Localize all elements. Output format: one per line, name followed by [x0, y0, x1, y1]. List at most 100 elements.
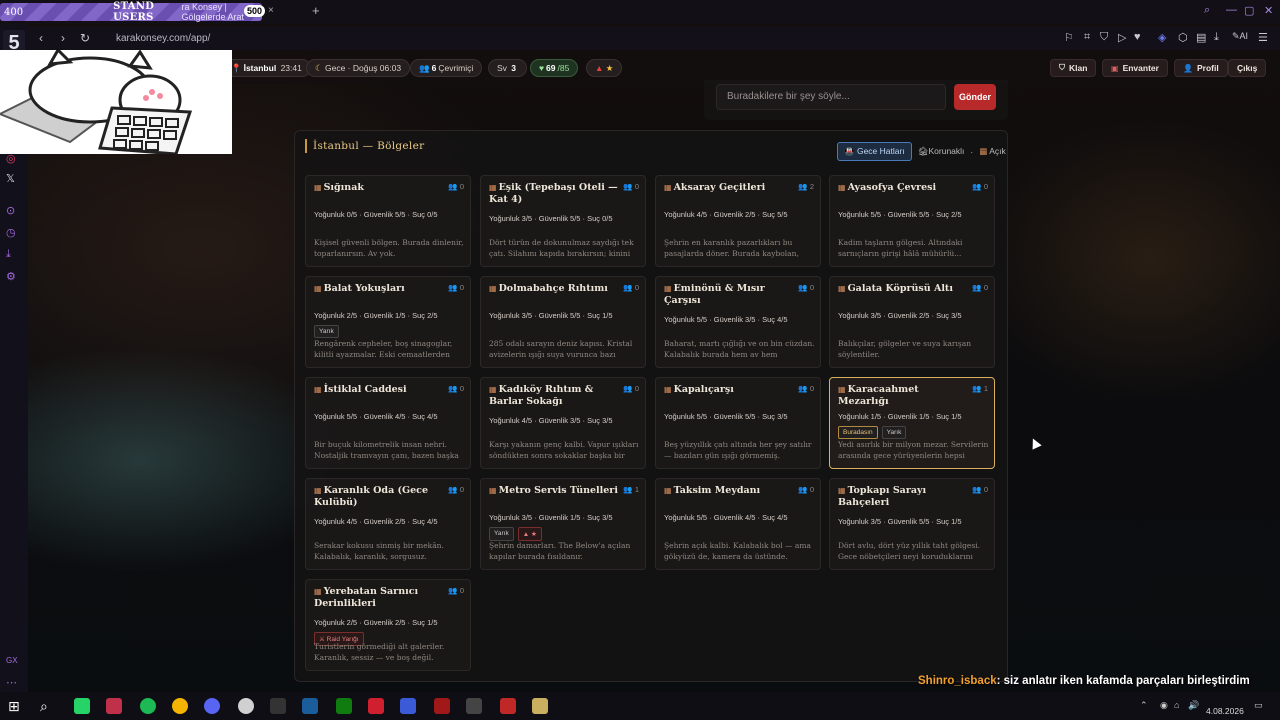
- app-icon[interactable]: [434, 698, 450, 714]
- district-card[interactable]: ▦ Galata Köprüsü Altı 👥 0 Yoğunluk 3/5 · Gü…: [829, 276, 995, 368]
- send-button[interactable]: Gönder: [954, 84, 996, 110]
- xbox-icon[interactable]: [336, 698, 352, 714]
- district-card[interactable]: ▦ İstiklal Caddesi 👥 0 Yoğunluk 5/5 · Güven…: [305, 377, 471, 469]
- app-icon[interactable]: [532, 698, 548, 714]
- districts-panel: İstanbul — Bölgeler 🚇 Gece Hatları 🏚Koru…: [294, 130, 1008, 682]
- district-name-text: Kapalıçarşı: [673, 384, 734, 395]
- district-name: ▦ Karanlık Oda (Gece Kulübü): [314, 485, 444, 508]
- tray-chevron-icon[interactable]: ⌃: [1140, 700, 1148, 711]
- close-window-icon[interactable]: ✕: [1264, 4, 1273, 17]
- maximize-icon[interactable]: ▢: [1244, 4, 1254, 17]
- district-card[interactable]: ▦ Metro Servis Tünelleri 👥 1 Yoğunluk 3/5 ·…: [480, 478, 646, 570]
- network-icon[interactable]: ◉: [1160, 700, 1168, 711]
- district-card[interactable]: ▦ Aksaray Geçitleri 👥 2 Yoğunluk 4/5 · Güve…: [655, 175, 821, 267]
- district-type-icon: ▦: [314, 384, 322, 394]
- heart-icon[interactable]: ♥: [1134, 31, 1141, 43]
- minimize-icon[interactable]: —: [1226, 4, 1237, 16]
- online-chip: 👥 6 Çevrimiçi: [410, 59, 483, 77]
- logout-label: Çıkış: [1237, 63, 1258, 73]
- more-icon[interactable]: ⋯: [6, 676, 17, 689]
- discord-icon[interactable]: [204, 698, 220, 714]
- app-icon[interactable]: [500, 698, 516, 714]
- download-icon[interactable]: ⤓: [6, 248, 11, 261]
- district-card[interactable]: ▦ Yerebatan Sarnıcı Derinlikleri 👥 0 Yoğunl…: [305, 579, 471, 671]
- district-card[interactable]: ▦ Kapalıçarşı 👥 0 Yoğunluk 5/5 · Güvenlik 5…: [655, 377, 821, 469]
- tab-banner-label: STAND USERS: [113, 1, 155, 23]
- district-card[interactable]: ▦ Balat Yokuşları 👥 0 Yoğunluk 2/5 · Güvenl…: [305, 276, 471, 368]
- volume-icon[interactable]: 🔊: [1188, 700, 1199, 711]
- tab-close-icon[interactable]: ×: [268, 5, 274, 16]
- bookmark-icon[interactable]: ⚐: [1064, 31, 1074, 44]
- district-card[interactable]: ▦ Kadıköy Rıhtım & Barlar Sokağı 👥 0 Yoğunl…: [480, 377, 646, 469]
- search-icon[interactable]: ⌕: [40, 698, 56, 714]
- menu-icon[interactable]: ☰: [1258, 31, 1268, 44]
- gx-icon[interactable]: GX: [6, 656, 18, 665]
- whatsapp-icon[interactable]: [74, 698, 90, 714]
- steam-icon[interactable]: [302, 698, 318, 714]
- player-count-value: 0: [459, 182, 464, 191]
- district-card[interactable]: ▦ Sığınak 👥 0 Yoğunluk 0/5 · Güvenlik 5/5 ·…: [305, 175, 471, 267]
- inventory-button[interactable]: ▣ Envanter: [1102, 59, 1168, 77]
- district-card[interactable]: ▦ Ayasofya Çevresi 👥 0 Yoğunluk 5/5 · Güven…: [829, 175, 995, 267]
- search-icon[interactable]: ⌕: [1204, 4, 1210, 17]
- district-description: Serakar kokusu sinmiş bir mekân. Kalabal…: [314, 541, 444, 561]
- browser-tab[interactable]: 400 STAND USERS ra Konsey | Gölgelerde A…: [0, 1, 266, 23]
- player-count-value: 0: [634, 182, 639, 191]
- puzzle-icon[interactable]: ⬡: [1178, 31, 1188, 44]
- district-card[interactable]: ▦ Taksim Meydanı 👥 0 Yoğunluk 5/5 · Güvenli…: [655, 478, 821, 570]
- play-icon[interactable]: ⊙: [6, 204, 15, 217]
- district-player-count: 👥 0: [623, 384, 639, 393]
- district-name-text: Eminönü & Mısır Çarşısı: [664, 283, 765, 306]
- obs-icon[interactable]: [238, 698, 254, 714]
- app-icon[interactable]: [466, 698, 482, 714]
- district-card[interactable]: ▦ Topkapı Sarayı Bahçeleri 👥 0 Yoğunluk 3/5…: [829, 478, 995, 570]
- app-icon[interactable]: [368, 698, 384, 714]
- epic-games-icon[interactable]: [270, 698, 286, 714]
- logout-button[interactable]: Çıkış: [1228, 59, 1267, 77]
- district-type-icon: ▦: [314, 485, 322, 495]
- district-badge: ▲ ★: [517, 527, 542, 541]
- district-card[interactable]: ▦ Karanlık Oda (Gece Kulübü) 👥 0 Yoğunluk 4…: [305, 478, 471, 570]
- windows-start-icon[interactable]: ⊞: [8, 698, 24, 714]
- reload-icon[interactable]: ↻: [76, 31, 94, 45]
- ai-icon[interactable]: ✎AI: [1232, 31, 1248, 42]
- screenshot-icon[interactable]: ⌗: [1084, 31, 1090, 44]
- back-icon[interactable]: ‹: [32, 31, 50, 45]
- district-card[interactable]: ▦ Eminönü & Mısır Çarşısı 👥 0 Yoğunluk 5/5 …: [655, 276, 821, 368]
- extension-icon[interactable]: ◈: [1158, 31, 1166, 44]
- opera-gx-icon[interactable]: [106, 698, 122, 714]
- district-card[interactable]: ▦ Eşik (Tepebaşı Oteli — Kat 4) 👥 0 Yoğunlu…: [480, 175, 646, 267]
- wallet-icon[interactable]: ▤: [1196, 31, 1206, 44]
- profile-button[interactable]: 👤 Profil: [1174, 59, 1228, 77]
- chrome-icon[interactable]: [172, 698, 188, 714]
- x-icon[interactable]: 𝕏: [6, 172, 15, 185]
- history-icon[interactable]: ◷: [6, 226, 16, 239]
- district-player-count: 👥 0: [798, 384, 814, 393]
- player-count-value: 0: [809, 485, 814, 494]
- district-card[interactable]: ▦ Dolmabahçe Rıhtımı 👥 0 Yoğunluk 3/5 · Güv…: [480, 276, 646, 368]
- district-card[interactable]: ▦ Karacaahmet Mezarlığı 👥 1 Yoğunluk 1/5 · …: [829, 377, 995, 469]
- panel-title: İstanbul — Bölgeler: [305, 139, 424, 153]
- district-stats: Yoğunluk 4/5 · Güvenlik 2/5 · Suç 4/5: [314, 517, 438, 526]
- district-description: Karşı yakanın genç kalbi. Vapur ışıkları…: [489, 440, 639, 460]
- district-description: Dört avlu, dört yüz yıllık taht gölgesi.…: [838, 541, 980, 561]
- district-name: ▦ Aksaray Geçitleri: [664, 182, 794, 194]
- url-field[interactable]: karakonsey.com/app/: [116, 33, 210, 44]
- player-icon[interactable]: ▷: [1118, 31, 1126, 44]
- location-chip: 📍 İstanbul 23:41: [222, 59, 311, 77]
- pin-icon: 📍: [231, 62, 242, 73]
- shield-icon[interactable]: ⛉: [1100, 31, 1108, 44]
- app-icon[interactable]: [400, 698, 416, 714]
- chat-input[interactable]: Buradakilere bir şey söyle...: [716, 84, 946, 110]
- spotify-icon[interactable]: [140, 698, 156, 714]
- users-icon: 👥: [972, 182, 984, 191]
- settings-icon[interactable]: ⚙: [6, 270, 16, 283]
- downloads-icon[interactable]: ⤓: [1214, 31, 1219, 44]
- district-name: ▦ Galata Köprüsü Altı: [838, 283, 968, 295]
- forward-icon[interactable]: ›: [54, 31, 72, 45]
- night-lines-toggle[interactable]: 🚇 Gece Hatları: [837, 142, 912, 161]
- clan-button[interactable]: ⛉ Klan: [1050, 59, 1097, 77]
- wifi-icon[interactable]: ⌂: [1174, 700, 1179, 710]
- new-tab-button[interactable]: +: [312, 3, 320, 18]
- notification-icon[interactable]: ▭: [1254, 700, 1263, 711]
